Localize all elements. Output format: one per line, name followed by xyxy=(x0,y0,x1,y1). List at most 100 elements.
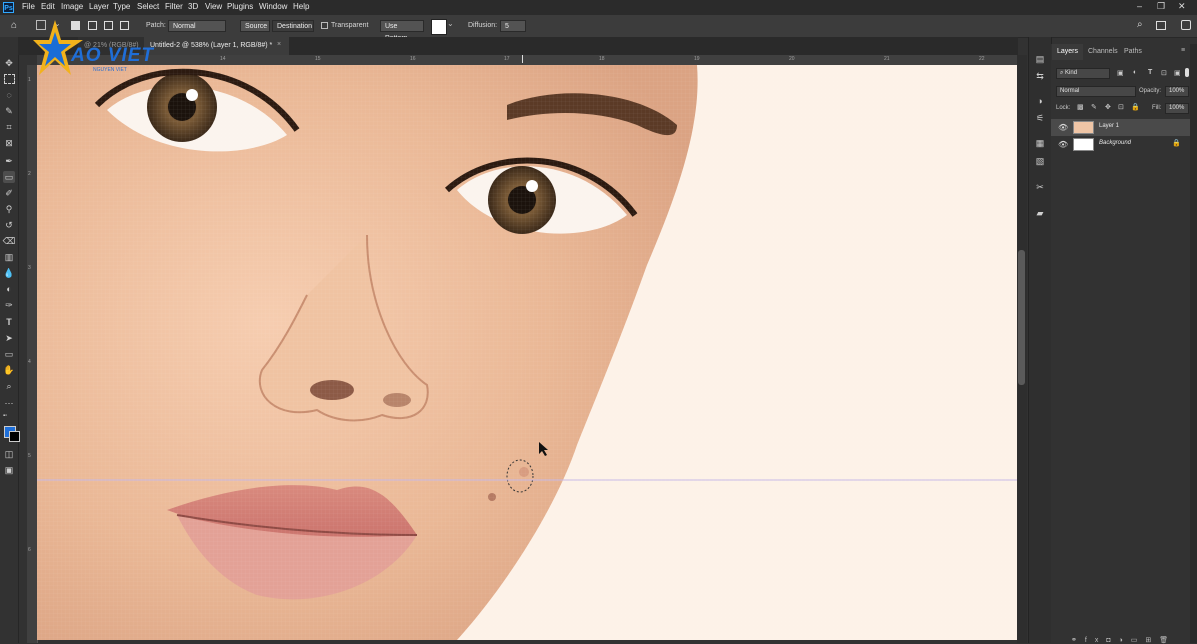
menu-filter[interactable]: Filter xyxy=(165,2,183,11)
layer-row[interactable]: 👁 Background 🔒 xyxy=(1051,136,1190,153)
visibility-eye-icon[interactable]: 👁 xyxy=(1058,140,1068,149)
screen-mode-icon[interactable]: ▣ xyxy=(3,464,15,476)
eyedropper-tool-icon[interactable]: ✒ xyxy=(3,155,15,167)
patch-tool-icon[interactable]: ▭ xyxy=(3,171,15,183)
lock-position-icon[interactable]: ✥ xyxy=(1105,103,1111,111)
filter-toggle[interactable] xyxy=(1185,68,1189,77)
lock-artboard-icon[interactable]: ⊡ xyxy=(1118,103,1124,111)
layer-name[interactable]: Background xyxy=(1099,140,1131,146)
tab-channels[interactable]: Channels xyxy=(1083,44,1123,60)
blend-mode-select[interactable]: Normal xyxy=(1056,86,1136,97)
ruler-tick: 5 xyxy=(28,453,31,459)
menu-view[interactable]: View xyxy=(205,2,222,11)
menu-select[interactable]: Select xyxy=(137,2,159,11)
minimize-button[interactable]: – xyxy=(1137,1,1142,11)
character-icon[interactable]: ▧ xyxy=(1034,155,1046,167)
zoom-tool-icon[interactable]: ⌕ xyxy=(3,380,15,392)
frame-tool-icon[interactable]: ⊠ xyxy=(3,137,15,149)
eraser-tool-icon[interactable]: ⌫ xyxy=(3,235,16,247)
crop-tool-icon[interactable]: ⌗ xyxy=(3,121,15,133)
home-icon[interactable]: ⌂ xyxy=(11,20,17,31)
menu-3d[interactable]: 3D xyxy=(188,2,198,11)
menu-help[interactable]: Help xyxy=(293,2,309,11)
quick-select-tool-icon[interactable]: ✎ xyxy=(3,105,15,117)
search-icon[interactable]: ⌕ xyxy=(1137,19,1143,30)
tab-paths[interactable]: Paths xyxy=(1119,44,1147,60)
close-button[interactable]: ✕ xyxy=(1178,1,1186,12)
hand-tool-icon[interactable]: ✋ xyxy=(3,364,15,376)
menu-type[interactable]: Type xyxy=(113,2,130,11)
lasso-tool-icon[interactable]: ◌ xyxy=(3,89,15,101)
filter-kind-select[interactable]: ⌕ Kind xyxy=(1056,68,1110,79)
ruler-tick: 15 xyxy=(315,56,321,62)
options-bar: ⌂ ⌄ Patch: Normal Source Destination Tra… xyxy=(0,15,1197,42)
opacity-input[interactable]: 100% xyxy=(1165,86,1189,97)
path-select-tool-icon[interactable]: ➤ xyxy=(3,332,15,344)
history-icon[interactable]: ▤ xyxy=(1034,53,1046,65)
lock-transparency-icon[interactable]: ▩ xyxy=(1077,103,1084,111)
patch-mode-select[interactable]: Normal xyxy=(168,20,226,32)
clone-stamp-tool-icon[interactable]: ⚲ xyxy=(3,203,15,215)
swatches-icon[interactable]: ▰ xyxy=(1034,207,1046,219)
share-icon[interactable] xyxy=(1181,20,1191,30)
menu-window[interactable]: Window xyxy=(259,2,287,11)
filter-smart-object-icon[interactable]: ▣ xyxy=(1174,69,1181,77)
opacity-label: Opacity: xyxy=(1139,88,1162,94)
dodge-tool-icon[interactable]: ◐ xyxy=(3,283,15,295)
gradient-tool-icon[interactable]: ▥ xyxy=(3,251,15,263)
scrollbar-thumb[interactable] xyxy=(1018,250,1025,385)
marquee-tool-icon[interactable] xyxy=(3,73,15,85)
menu-image[interactable]: Image xyxy=(61,2,83,11)
filter-type-icon[interactable]: T xyxy=(1148,69,1152,76)
panel-menu-icon[interactable]: ≡ xyxy=(1181,47,1185,54)
menu-file[interactable]: File xyxy=(22,2,35,11)
layer-name[interactable]: Layer 1 xyxy=(1099,123,1119,129)
filter-adjustment-icon[interactable]: ◐ xyxy=(1133,69,1137,76)
transparent-checkbox[interactable] xyxy=(321,22,328,29)
lock-label: Lock: xyxy=(1056,105,1071,111)
menu-edit[interactable]: Edit xyxy=(41,2,55,11)
diffusion-input[interactable]: 5 xyxy=(500,20,526,32)
tool-presets-icon[interactable]: ✂ xyxy=(1034,181,1046,193)
quick-mask-icon[interactable]: ◫ xyxy=(3,448,15,460)
move-tool-icon[interactable]: ✥ xyxy=(3,57,15,69)
brush-tool-icon[interactable]: ✐ xyxy=(3,187,15,199)
layer-thumbnail xyxy=(1073,138,1094,151)
document-canvas[interactable] xyxy=(37,65,1017,640)
vertical-scrollbar[interactable] xyxy=(1017,55,1027,643)
pattern-swatch[interactable] xyxy=(431,19,447,35)
type-tool-icon[interactable]: T xyxy=(3,316,15,328)
destination-button[interactable]: Destination xyxy=(272,20,314,32)
background-color-swatch[interactable] xyxy=(9,431,20,442)
rectangle-tool-icon[interactable]: ▭ xyxy=(3,348,15,360)
paragraph-icon[interactable]: ▦ xyxy=(1034,137,1046,149)
filter-pixel-icon[interactable]: ▣ xyxy=(1117,69,1124,77)
layer-row[interactable]: 👁 Layer 1 xyxy=(1051,119,1190,136)
lock-all-icon[interactable]: 🔒 xyxy=(1131,103,1140,111)
pen-tool-icon[interactable]: ✑ xyxy=(3,299,15,311)
more-tools-icon[interactable]: ⋯ xyxy=(3,397,15,409)
chevron-down-icon[interactable]: ⌄ xyxy=(447,19,454,28)
fill-input[interactable]: 100% xyxy=(1165,103,1189,114)
source-button[interactable]: Source xyxy=(240,20,270,32)
menu-layer[interactable]: Layer xyxy=(89,2,109,11)
tab-layers[interactable]: Layers xyxy=(1052,44,1084,60)
menu-plugins[interactable]: Plugins xyxy=(227,2,253,11)
close-tab-icon[interactable]: × xyxy=(277,41,281,48)
workspace-icon[interactable] xyxy=(1156,21,1166,30)
ruler-tick: 18 xyxy=(599,56,605,62)
restore-button[interactable]: ❐ xyxy=(1157,1,1165,12)
diffusion-label: Diffusion: xyxy=(468,22,498,29)
properties-icon[interactable]: ⇆ xyxy=(1034,70,1046,82)
panel-scrollbar[interactable] xyxy=(1190,44,1197,643)
blur-tool-icon[interactable]: 💧 xyxy=(3,267,15,279)
history-brush-tool-icon[interactable]: ↺ xyxy=(3,219,15,231)
use-pattern-button[interactable]: Use Pattern xyxy=(380,20,424,42)
lock-pixels-icon[interactable]: ✎ xyxy=(1091,103,1097,111)
filter-shape-icon[interactable]: ⊡ xyxy=(1161,69,1167,77)
default-colors-icon[interactable]: ▪▫ xyxy=(3,413,7,419)
adjustments-icon[interactable]: ◑ xyxy=(1034,95,1046,107)
layers-panel: Layers Channels Paths ≡ ⌕ Kind ▣ ◐ T ⊡ ▣… xyxy=(1051,44,1190,644)
libraries-icon[interactable]: ⚟ xyxy=(1034,112,1046,124)
visibility-eye-icon[interactable]: 👁 xyxy=(1058,123,1068,132)
